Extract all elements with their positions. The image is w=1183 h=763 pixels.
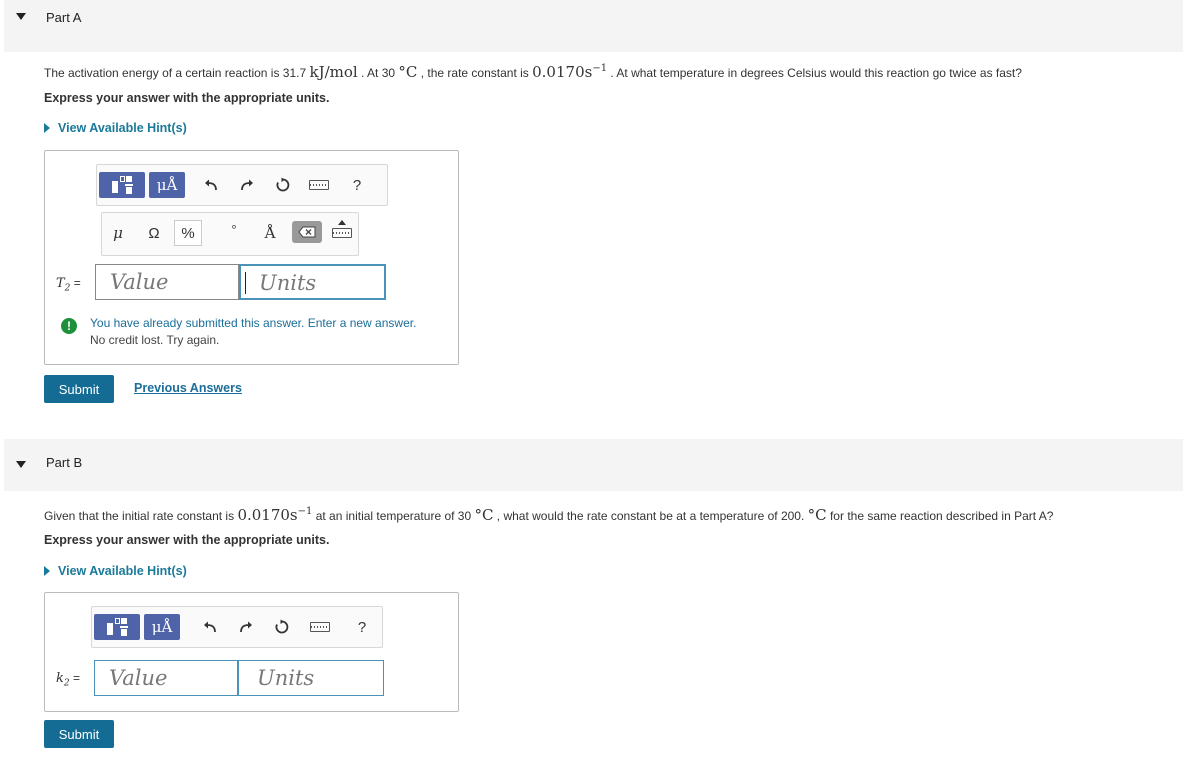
part-b-question: Given that the initial rate constant is … [44, 506, 1053, 524]
hint-triangle-icon [44, 123, 50, 133]
energy-unit: kJ/mol [309, 63, 358, 81]
keyboard-icon[interactable] [305, 172, 333, 198]
part-b-hint-link[interactable]: View Available Hint(s) [44, 564, 187, 578]
omega-symbol-button[interactable]: Ω [140, 220, 168, 246]
keyboard-toggle-icon[interactable] [328, 220, 356, 246]
units-input[interactable]: Units [238, 660, 384, 696]
rate-constant: 0.0170s [237, 506, 298, 524]
units-input[interactable]: Units [239, 264, 386, 300]
part-a-toolbar-main: μÅ ? [96, 164, 388, 206]
question-text: , the rate constant is [417, 66, 533, 80]
var-label-k2: k2 = [56, 671, 80, 689]
rate-exponent: −1 [592, 63, 608, 74]
question-text: at an initial temperature of 30 [312, 509, 475, 523]
redo-icon[interactable] [233, 172, 261, 198]
question-text: Given that the initial rate constant is [44, 509, 238, 523]
part-a-toolbar-symbols: μ Ω % ° Å [101, 212, 359, 256]
units-button[interactable]: μÅ [144, 614, 180, 640]
question-text: . At 30 [357, 66, 399, 80]
fraction-template-icon [111, 175, 133, 195]
part-a-express: Express your answer with the appropriate… [44, 91, 330, 105]
part-b-answer-box: μÅ ? k2 = Value Units [44, 592, 459, 712]
reset-icon[interactable] [269, 172, 297, 198]
feedback-line1: You have already submitted this answer. … [90, 316, 417, 330]
feedback-line2: No credit lost. Try again. [90, 333, 220, 347]
temp-unit: °C [398, 63, 418, 81]
percent-symbol-button[interactable]: % [174, 220, 202, 246]
reset-icon[interactable] [268, 614, 296, 640]
collapse-triangle-icon[interactable] [16, 461, 26, 468]
part-a-hint-link[interactable]: View Available Hint(s) [44, 121, 187, 135]
units-button[interactable]: μÅ [149, 172, 185, 198]
value-input[interactable]: Value [94, 660, 238, 696]
redo-icon[interactable] [232, 614, 260, 640]
templates-button[interactable] [94, 614, 140, 640]
question-text: . At what temperature in degrees Celsius… [607, 66, 1022, 80]
exclamation-icon: ! [61, 318, 77, 334]
value-input[interactable]: Value [95, 264, 239, 300]
undo-icon[interactable] [196, 614, 224, 640]
rate-constant: 0.0170s [532, 63, 593, 81]
part-a-answer-box: μÅ ? μ Ω % ° Å T2 = Value Units ! You ha… [44, 150, 459, 365]
rate-exponent: −1 [297, 506, 313, 517]
question-text: The activation energy of a certain react… [44, 66, 310, 80]
question-text: for the same reaction described in Part … [826, 509, 1054, 523]
part-a-title: Part A [46, 10, 82, 25]
temp-unit: °C [474, 506, 494, 524]
hint-label: View Available Hint(s) [58, 564, 187, 578]
degree-symbol-button[interactable]: ° [220, 216, 248, 242]
fraction-template-icon [106, 617, 128, 637]
templates-button[interactable] [99, 172, 145, 198]
backspace-icon[interactable] [292, 221, 322, 243]
part-a-submit-button[interactable]: Submit [44, 375, 114, 403]
part-b-header[interactable]: Part B [4, 439, 1183, 491]
part-b-express: Express your answer with the appropriate… [44, 533, 330, 547]
collapse-triangle-icon[interactable] [16, 13, 26, 20]
undo-icon[interactable] [197, 172, 225, 198]
part-a-question: The activation energy of a certain react… [44, 63, 1022, 81]
var-label-t2: T2 = [56, 276, 81, 294]
part-b-title: Part B [46, 455, 83, 470]
question-text: , what would the rate constant be at a t… [493, 509, 808, 523]
part-a-header[interactable]: Part A [4, 0, 1183, 52]
help-button[interactable]: ? [348, 614, 376, 640]
mu-symbol-button[interactable]: μ [104, 220, 132, 246]
temp-unit: °C [807, 506, 827, 524]
previous-answers-link[interactable]: Previous Answers [134, 381, 242, 395]
hint-label: View Available Hint(s) [58, 121, 187, 135]
part-b-submit-button[interactable]: Submit [44, 720, 114, 748]
keyboard-icon[interactable] [306, 614, 334, 640]
hint-triangle-icon [44, 566, 50, 576]
angstrom-symbol-button[interactable]: Å [256, 220, 284, 246]
part-b-toolbar-main: μÅ ? [91, 606, 383, 648]
help-button[interactable]: ? [343, 172, 371, 198]
